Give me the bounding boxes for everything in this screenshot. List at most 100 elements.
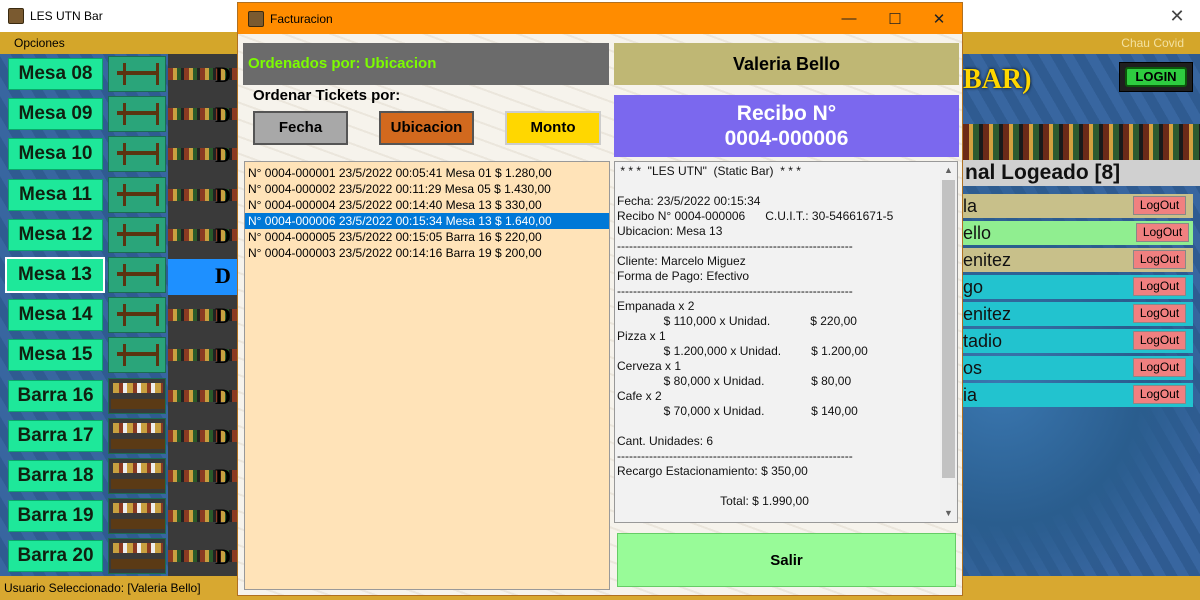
table-letter: D	[215, 424, 231, 449]
user-name: os	[963, 358, 983, 378]
receipt-panel[interactable]: * * * "LES UTN" (Static Bar) * * * Fecha…	[614, 161, 958, 523]
logout-button[interactable]: LogOut	[1133, 358, 1186, 377]
table-letter: D	[215, 263, 231, 288]
bar-counter-icon	[108, 538, 166, 574]
sort-ubicacion-button[interactable]: Ubicacion	[379, 111, 474, 145]
table-chairs-icon	[108, 337, 166, 373]
table-letter: D	[215, 223, 231, 248]
user-row[interactable]: enitez LogOut	[963, 248, 1193, 272]
table-button[interactable]: Barra 18	[8, 460, 103, 492]
logout-button[interactable]: LogOut	[1133, 196, 1186, 215]
user-name: tadio	[963, 331, 1003, 351]
user-name: ia	[963, 385, 978, 405]
table-letter: D	[215, 62, 231, 87]
table-letter: D	[215, 504, 231, 529]
user-name: enitez	[963, 304, 1012, 324]
sort-monto-button[interactable]: Monto	[505, 111, 601, 145]
logout-button[interactable]: LogOut	[1133, 277, 1186, 296]
app-icon	[8, 8, 24, 24]
scroll-up-icon[interactable]: ▲	[940, 162, 957, 179]
main-window-title: LES UTN Bar	[30, 9, 103, 23]
recibo-box: Recibo N° 0004-000006	[614, 95, 959, 157]
scroll-down-icon[interactable]: ▼	[940, 505, 957, 522]
table-chairs-icon	[108, 297, 166, 333]
table-letter: D	[215, 142, 231, 167]
user-name: go	[963, 277, 984, 297]
table-letter: D	[215, 544, 231, 569]
table-button[interactable]: Mesa 08	[8, 58, 103, 90]
bar-counter-icon	[108, 498, 166, 534]
logout-button[interactable]: LogOut	[1133, 304, 1186, 323]
bar-banner: BAR)	[963, 64, 1032, 95]
user-row[interactable]: ello LogOut	[963, 221, 1193, 245]
ticket-item[interactable]: N° 0004-000004 23/5/2022 00:14:40 Mesa 1…	[245, 197, 609, 213]
bottle-shelf	[963, 124, 1200, 162]
close-icon[interactable]: ✕	[916, 3, 962, 34]
ticket-item[interactable]: N° 0004-000006 23/5/2022 00:15:34 Mesa 1…	[245, 213, 609, 229]
facturacion-dialog: Facturacion — ☐ ✕ Ordenados por: Ubicaci…	[237, 2, 963, 596]
main-close-icon[interactable]: ✕	[1154, 0, 1200, 32]
salir-button[interactable]: Salir	[617, 533, 956, 587]
table-letter: D	[215, 303, 231, 328]
table-letter: D	[215, 102, 231, 127]
ticket-item[interactable]: N° 0004-000005 23/5/2022 00:15:05 Barra …	[245, 229, 609, 245]
table-chairs-icon	[108, 136, 166, 172]
logout-button[interactable]: LogOut	[1133, 250, 1186, 269]
logout-button[interactable]: LogOut	[1133, 385, 1186, 404]
sort-fecha-button[interactable]: Fecha	[253, 111, 348, 145]
ticket-item[interactable]: N° 0004-000002 23/5/2022 00:11:29 Mesa 0…	[245, 181, 609, 197]
user-row[interactable]: enitez LogOut	[963, 302, 1193, 326]
logout-button[interactable]: LogOut	[1136, 223, 1189, 242]
table-chairs-icon	[108, 257, 166, 293]
user-row[interactable]: ia LogOut	[963, 383, 1193, 407]
table-button[interactable]: Mesa 10	[8, 138, 103, 170]
dialog-app-icon	[248, 10, 264, 27]
table-chairs-icon	[108, 217, 166, 253]
table-letter: D	[215, 183, 231, 208]
table-chairs-icon	[108, 96, 166, 132]
maximize-icon[interactable]: ☐	[872, 3, 918, 34]
table-letter: D	[215, 464, 231, 489]
user-name: ello	[963, 223, 992, 243]
table-chairs-icon	[108, 177, 166, 213]
minimize-icon[interactable]: —	[826, 3, 872, 34]
user-row[interactable]: go LogOut	[963, 275, 1193, 299]
table-button[interactable]: Barra 17	[8, 420, 103, 452]
table-button[interactable]: Mesa 14	[8, 299, 103, 331]
login-button[interactable]: LOGIN	[1119, 62, 1193, 92]
menu-chau-covid[interactable]: Chau Covid	[1121, 36, 1184, 50]
user-name: enitez	[963, 250, 1012, 270]
ticket-item[interactable]: N° 0004-000001 23/5/2022 00:05:41 Mesa 0…	[245, 165, 609, 181]
table-button[interactable]: Mesa 11	[8, 179, 103, 211]
table-button[interactable]: Barra 20	[8, 540, 103, 572]
ticket-item[interactable]: N° 0004-000003 23/5/2022 00:14:16 Barra …	[245, 245, 609, 261]
ticket-list[interactable]: N° 0004-000001 23/5/2022 00:05:41 Mesa 0…	[244, 161, 610, 590]
user-row[interactable]: tadio LogOut	[963, 329, 1193, 353]
menu-opciones[interactable]: Opciones	[14, 36, 65, 50]
table-button[interactable]: Barra 16	[8, 380, 103, 412]
table-letter: D	[215, 384, 231, 409]
table-button[interactable]: Mesa 12	[8, 219, 103, 251]
table-button[interactable]: Mesa 13	[5, 257, 105, 293]
personal-logeado-title: nal Logeado [8]	[963, 160, 1200, 186]
dialog-title: Facturacion	[270, 11, 333, 26]
receipt-scrollbar[interactable]: ▲ ▼	[940, 162, 957, 522]
login-label: LOGIN	[1125, 67, 1187, 87]
user-row[interactable]: la LogOut	[963, 194, 1193, 218]
table-button[interactable]: Mesa 09	[8, 98, 103, 130]
dialog-titlebar: Facturacion — ☐ ✕	[238, 3, 962, 34]
user-name: la	[963, 196, 978, 216]
order-label: Ordenados por: Ubicacion	[243, 43, 609, 85]
user-row[interactable]: os LogOut	[963, 356, 1193, 380]
scrollbar-thumb[interactable]	[942, 180, 955, 478]
receipt-text: * * * "LES UTN" (Static Bar) * * * Fecha…	[617, 164, 894, 508]
table-button[interactable]: Mesa 15	[8, 339, 103, 371]
bar-counter-icon	[108, 378, 166, 414]
status-text: Usuario Seleccionado: [Valeria Bello]	[4, 581, 201, 595]
table-chairs-icon	[108, 56, 166, 92]
client-name: Valeria Bello	[614, 43, 959, 85]
table-letter: D	[215, 343, 231, 368]
recibo-number: 0004-000006	[724, 127, 849, 150]
table-button[interactable]: Barra 19	[8, 500, 103, 532]
logout-button[interactable]: LogOut	[1133, 331, 1186, 350]
